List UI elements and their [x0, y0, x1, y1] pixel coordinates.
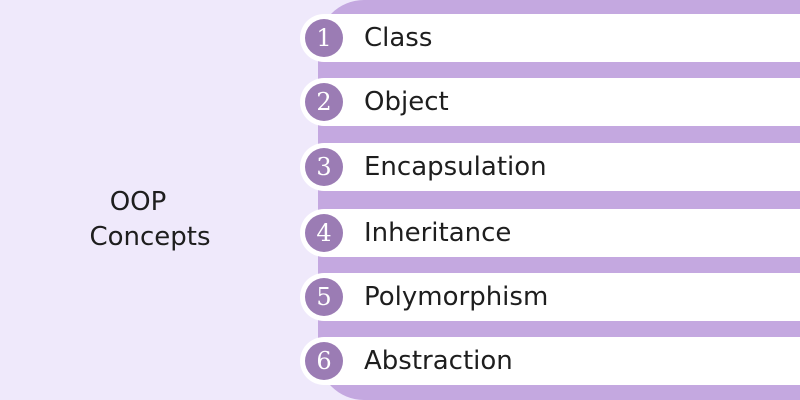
concept-label: Polymorphism: [364, 282, 549, 312]
concept-label: Class: [364, 23, 433, 53]
concept-number-badge: 1: [305, 19, 343, 57]
concept-item-encapsulation[interactable]: 3 Encapsulation: [300, 143, 800, 191]
concept-item-polymorphism[interactable]: 5 Polymorphism: [300, 273, 800, 321]
concept-label: Object: [364, 87, 449, 117]
concept-item-object[interactable]: 2 Object: [300, 78, 800, 126]
concept-number-badge: 4: [305, 214, 343, 252]
concept-item-inheritance[interactable]: 4 Inheritance: [300, 209, 800, 257]
concept-label: Abstraction: [364, 346, 513, 376]
concept-number-badge: 6: [305, 342, 343, 380]
concept-item-class[interactable]: 1 Class: [300, 14, 800, 62]
concept-number-badge: 3: [305, 148, 343, 186]
oop-concepts-diagram: OOP Concepts 1 Class 2 Object 3 Encapsul…: [0, 0, 800, 400]
concepts-list: 1 Class 2 Object 3 Encapsulation 4 Inher…: [0, 0, 800, 400]
concept-item-abstraction[interactable]: 6 Abstraction: [300, 337, 800, 385]
concept-number-badge: 5: [305, 278, 343, 316]
concept-label: Inheritance: [364, 218, 512, 248]
concept-label: Encapsulation: [364, 152, 547, 182]
concept-number-badge: 2: [305, 83, 343, 121]
